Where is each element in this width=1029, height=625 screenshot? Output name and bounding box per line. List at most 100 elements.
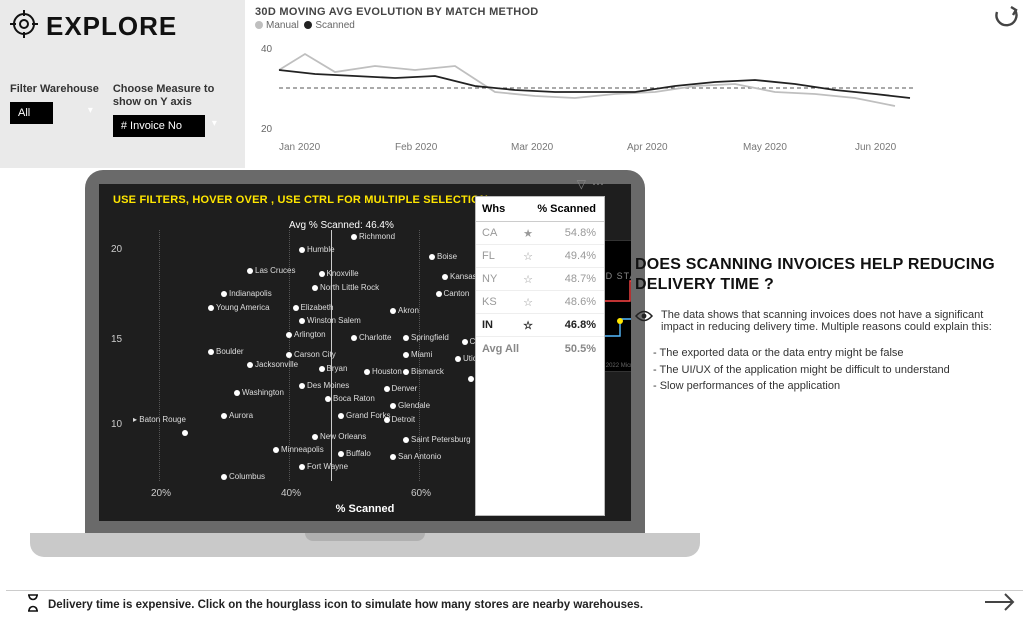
- table-row[interactable]: CA★54.8%: [476, 222, 604, 245]
- scatter-point[interactable]: [208, 349, 214, 355]
- scatter-point[interactable]: [299, 383, 305, 389]
- scatter-point-label: Saint Petersburg: [411, 435, 471, 444]
- point-baton-rouge[interactable]: Baton Rouge: [139, 415, 186, 424]
- scatter-point-label: Carson City: [294, 350, 336, 359]
- scatter-point[interactable]: [384, 386, 390, 392]
- hourglass-icon[interactable]: [26, 594, 40, 615]
- linechart-legend: Manual Scanned: [255, 20, 925, 31]
- svg-text:20: 20: [261, 124, 273, 135]
- scatter-point[interactable]: [221, 291, 227, 297]
- scatter-point[interactable]: [208, 305, 214, 311]
- filter-icon[interactable]: ▽: [577, 177, 586, 191]
- scatter-point[interactable]: [312, 434, 318, 440]
- scatter-point-label: Columbus: [229, 472, 265, 481]
- scatter-point[interactable]: [234, 390, 240, 396]
- back-button[interactable]: [989, 6, 1019, 37]
- scatter-point[interactable]: [403, 335, 409, 341]
- scatter-point[interactable]: [286, 332, 292, 338]
- scatter-point[interactable]: [390, 308, 396, 314]
- scatter-point[interactable]: [403, 352, 409, 358]
- th-whs[interactable]: Whs: [476, 197, 518, 221]
- legend-manual: Manual: [266, 20, 299, 31]
- table-row[interactable]: FL☆49.4%: [476, 245, 604, 268]
- scatter-point[interactable]: [319, 366, 325, 372]
- next-button[interactable]: [983, 590, 1017, 619]
- scatter-point[interactable]: [293, 305, 299, 311]
- star-icon[interactable]: ☆: [518, 250, 538, 263]
- scatter-point[interactable]: [299, 464, 305, 470]
- scatter-point[interactable]: [312, 285, 318, 291]
- scatter-point[interactable]: [182, 430, 188, 436]
- insight-bullet-3: - Slow performances of the application: [653, 378, 1005, 395]
- scatter-avg-label: Avg % Scanned: 46.4%: [289, 220, 394, 231]
- scatter-point[interactable]: [247, 362, 253, 368]
- page-title: EXPLORE: [46, 11, 177, 42]
- scatter-point[interactable]: [364, 369, 370, 375]
- scatter-point[interactable]: [299, 318, 305, 324]
- scatter-point[interactable]: [247, 268, 253, 274]
- scatter-point[interactable]: [351, 335, 357, 341]
- scatter-point[interactable]: [221, 474, 227, 480]
- tf-label: Avg All: [476, 337, 538, 361]
- scatter-point[interactable]: [468, 376, 474, 382]
- eye-icon: [635, 309, 653, 326]
- more-icon[interactable]: ⋯: [592, 177, 604, 191]
- scatter-point-label: Denver: [392, 384, 418, 393]
- scatter-point[interactable]: [436, 291, 442, 297]
- brand: EXPLORE: [10, 10, 235, 43]
- table-row[interactable]: IN☆46.8%: [476, 314, 604, 337]
- scatter-point-label: Miami: [411, 350, 432, 359]
- insight-panel: DOES SCANNING INVOICES HELP REDUCING DEL…: [635, 255, 1005, 395]
- filter-warehouse-select[interactable]: All: [10, 102, 53, 124]
- target-icon: [10, 10, 38, 43]
- scatter-point-label: Indianapolis: [229, 289, 272, 298]
- linechart-svg[interactable]: 40 20 Jan 2020 Feb 2020 Mar 2020 Apr 202…: [255, 36, 925, 156]
- scatter-point[interactable]: [384, 417, 390, 423]
- scatter-point[interactable]: [462, 339, 468, 345]
- scatter-point[interactable]: [273, 447, 279, 453]
- star-icon[interactable]: ☆: [518, 319, 538, 332]
- table-row[interactable]: KS☆48.6%: [476, 291, 604, 314]
- scatter-point-label: Boise: [437, 252, 457, 261]
- th-pct[interactable]: % Scanned: [518, 197, 604, 221]
- scatter-xlabel: % Scanned: [336, 503, 395, 515]
- star-icon[interactable]: ☆: [518, 273, 538, 286]
- scatter-point[interactable]: [442, 274, 448, 280]
- svg-text:Apr 2020: Apr 2020: [627, 142, 668, 153]
- scatter-point-label: Young America: [216, 303, 270, 312]
- scatter-point[interactable]: [455, 356, 461, 362]
- scatter-point[interactable]: [286, 352, 292, 358]
- insight-bullet-2: - The UI/UX of the application might be …: [653, 362, 1005, 379]
- scatter-point-label: Bismarck: [411, 367, 444, 376]
- scatter-point-label: Bryan: [327, 364, 348, 373]
- scatter-point[interactable]: [338, 451, 344, 457]
- insight-title: DOES SCANNING INVOICES HELP REDUCING DEL…: [635, 255, 1005, 295]
- scatter-point-label: Houston: [372, 367, 402, 376]
- star-icon[interactable]: ★: [518, 227, 538, 240]
- scatter-point[interactable]: [403, 437, 409, 443]
- filter-measure-label: Choose Measure to show on Y axis: [113, 83, 223, 109]
- scatter-point-label: Canton: [444, 289, 470, 298]
- scatter-point[interactable]: [338, 413, 344, 419]
- scatter-point-label: Aurora: [229, 411, 253, 420]
- scatter-point[interactable]: [390, 403, 396, 409]
- scatter-point-label: Knoxville: [327, 269, 359, 278]
- filter-measure-select[interactable]: # Invoice No: [113, 115, 205, 137]
- star-icon[interactable]: ☆: [518, 296, 538, 309]
- scatter-point[interactable]: [429, 254, 435, 260]
- linechart-title: 30D MOVING AVG EVOLUTION BY MATCH METHOD: [255, 6, 925, 18]
- scatter-point[interactable]: [299, 247, 305, 253]
- scatter-point-label: Las Cruces: [255, 266, 295, 275]
- scatter-point[interactable]: [390, 454, 396, 460]
- scatter-point[interactable]: [403, 369, 409, 375]
- table-row[interactable]: NY☆48.7%: [476, 268, 604, 291]
- scatter-point-label: Washington: [242, 388, 284, 397]
- svg-text:Feb 2020: Feb 2020: [395, 142, 438, 153]
- warehouse-table[interactable]: ▽ ⋯ Whs % Scanned CA★54.8%FL☆49.4%NY☆48.…: [475, 196, 605, 516]
- svg-text:40: 40: [261, 44, 273, 55]
- svg-text:Jan 2020: Jan 2020: [279, 142, 321, 153]
- scatter-point[interactable]: [351, 234, 357, 240]
- scatter-point-label: Fort Wayne: [307, 462, 348, 471]
- scatter-point[interactable]: [319, 271, 325, 277]
- scatter-point[interactable]: [221, 413, 227, 419]
